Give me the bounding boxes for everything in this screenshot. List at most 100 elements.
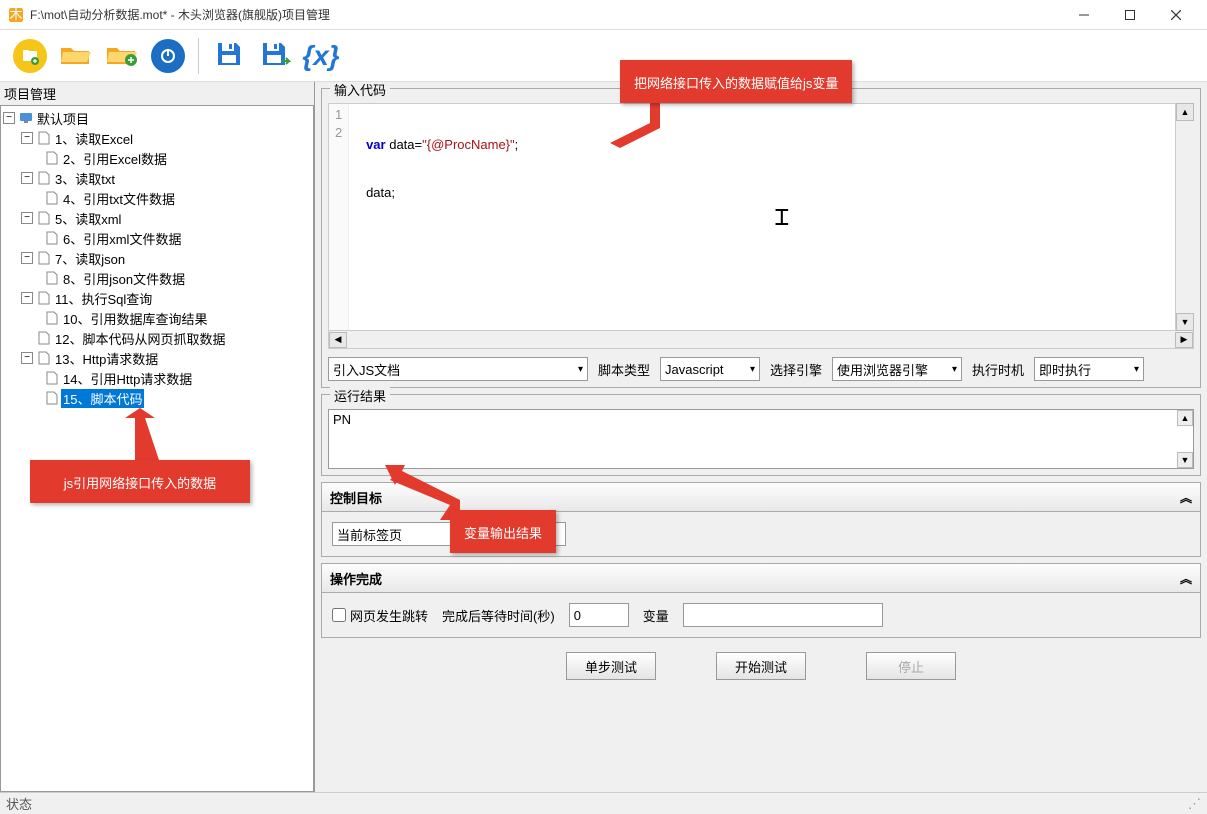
collapse-icon[interactable]: − [21, 252, 33, 264]
operation-done-title: 操作完成 [330, 569, 382, 588]
new-project-button[interactable] [10, 36, 50, 76]
tree-node[interactable]: − 3、读取txt [3, 168, 311, 188]
save-as-button[interactable] [255, 36, 295, 76]
result-value: PN [333, 412, 351, 427]
variable-button[interactable]: {x} [301, 36, 341, 76]
tree-node[interactable]: 10、引用数据库查询结果 [3, 308, 311, 328]
operation-done-body: 网页发生跳转 完成后等待时间(秒) 变量 [321, 593, 1201, 638]
collapse-icon[interactable]: − [3, 112, 15, 124]
tree-node-label: 5、读取xml [53, 209, 123, 228]
operation-done-header[interactable]: 操作完成 ︽ [321, 563, 1201, 593]
timing-value: 即时执行 [1039, 360, 1091, 379]
tree-node[interactable]: 8、引用json文件数据 [3, 268, 311, 288]
title-bar: 木 F:\mot\自动分析数据.mot* - 木头浏览器(旗舰版)项目管理 [0, 0, 1207, 30]
script-type-combo[interactable]: Javascript ▾ [660, 357, 760, 381]
engine-label: 选择引擎 [770, 360, 822, 379]
scroll-right-icon[interactable]: ▶ [1175, 332, 1193, 348]
engine-value: 使用浏览器引擎 [837, 360, 928, 379]
timing-label: 执行时机 [972, 360, 1024, 379]
tree-node[interactable]: − 1、读取Excel [3, 128, 311, 148]
script-type-value: Javascript [665, 362, 724, 377]
scroll-up-icon[interactable]: ▲ [1177, 410, 1193, 426]
add-folder-icon [105, 40, 139, 71]
line-gutter: 1 2 [329, 104, 349, 330]
tree-node-label: 4、引用txt文件数据 [61, 189, 177, 208]
annotation-arrow-icon [115, 408, 175, 463]
annotation-left: js引用网络接口传入的数据 [30, 460, 250, 503]
app-icon: 木 [8, 7, 24, 23]
stop-button[interactable]: 停止 [866, 652, 956, 680]
document-icon [45, 231, 59, 245]
scroll-down-icon[interactable]: ▼ [1177, 452, 1193, 468]
start-test-button[interactable]: 开始测试 [716, 652, 806, 680]
document-icon [37, 211, 51, 225]
computer-icon [19, 111, 33, 125]
step-test-button[interactable]: 单步测试 [566, 652, 656, 680]
open-folder-button[interactable] [56, 36, 96, 76]
collapse-icon[interactable]: − [21, 292, 33, 304]
tree-node-label: 13、Http请求数据 [53, 349, 160, 368]
text-cursor-icon: Ꮖ [775, 205, 789, 231]
resize-grip-icon[interactable]: ⋰ [1188, 796, 1201, 812]
variable-input[interactable] [683, 603, 883, 627]
variable-icon: {x} [302, 40, 339, 72]
add-folder-button[interactable] [102, 36, 142, 76]
target-tab-value: 当前标签页 [337, 525, 402, 544]
page-redirect-label: 网页发生跳转 [350, 606, 428, 625]
tree-node[interactable]: − 7、读取json [3, 248, 311, 268]
scroll-down-icon[interactable]: ▼ [1176, 313, 1194, 331]
toolbar-separator [198, 38, 199, 74]
power-button[interactable] [148, 36, 188, 76]
close-button[interactable] [1153, 0, 1199, 30]
tree-node[interactable]: 2、引用Excel数据 [3, 148, 311, 168]
tree-node[interactable]: 12、脚本代码从网页抓取数据 [3, 328, 311, 348]
test-button-row: 单步测试 开始测试 停止 [321, 644, 1201, 688]
tree-node-label: 10、引用数据库查询结果 [61, 309, 209, 328]
save-button[interactable] [209, 36, 249, 76]
tree-node-selected[interactable]: 15、脚本代码 [3, 388, 311, 408]
chevron-up-icon: ︽ [1180, 570, 1192, 587]
document-icon [45, 271, 59, 285]
tree-node-label: 8、引用json文件数据 [61, 269, 187, 288]
tree-node[interactable]: − 13、Http请求数据 [3, 348, 311, 368]
collapse-icon[interactable]: − [21, 212, 33, 224]
collapse-icon[interactable]: − [21, 172, 33, 184]
wait-time-input[interactable] [569, 603, 629, 627]
tree-node-label: 3、读取txt [53, 169, 117, 188]
tree-root[interactable]: − 默认项目 [3, 108, 311, 128]
new-icon [13, 39, 47, 73]
document-icon [45, 311, 59, 325]
code-horizontal-scrollbar[interactable]: ◀ ▶ [328, 331, 1194, 349]
collapse-icon[interactable]: − [21, 132, 33, 144]
tree-node[interactable]: 4、引用txt文件数据 [3, 188, 311, 208]
result-vertical-scrollbar[interactable]: ▲ ▼ [1177, 410, 1193, 468]
document-icon [37, 351, 51, 365]
save-as-icon [259, 39, 291, 72]
maximize-button[interactable] [1107, 0, 1153, 30]
annotation-top: 把网络接口传入的数据赋值给js变量 [620, 60, 852, 103]
tree-node[interactable]: 14、引用Http请求数据 [3, 368, 311, 388]
document-icon [37, 331, 51, 345]
code-vertical-scrollbar[interactable]: ▲ ▼ [1176, 103, 1194, 331]
power-icon [151, 39, 185, 73]
tree-root-label: 默认项目 [35, 109, 91, 128]
page-redirect-checkbox[interactable] [332, 608, 346, 622]
tree-node[interactable]: − 5、读取xml [3, 208, 311, 228]
code-content[interactable]: var data="{@ProcName}"; data; [349, 104, 1175, 330]
code-input-legend: 输入代码 [330, 82, 390, 99]
save-icon [214, 39, 244, 72]
import-js-combo[interactable]: 引入JS文档 ▾ [328, 357, 588, 381]
chevron-up-icon: ︽ [1180, 489, 1192, 506]
tree-node-label: 1、读取Excel [53, 129, 135, 148]
collapse-icon[interactable]: − [21, 352, 33, 364]
tree-node[interactable]: 6、引用xml文件数据 [3, 228, 311, 248]
tree-node[interactable]: − 11、执行Sql查询 [3, 288, 311, 308]
minimize-button[interactable] [1061, 0, 1107, 30]
timing-combo[interactable]: 即时执行 ▾ [1034, 357, 1144, 381]
right-panel: 输入代码 1 2 var data="{@ProcName}"; data; ▲ [315, 82, 1207, 792]
wait-time-label: 完成后等待时间(秒) [442, 606, 555, 625]
code-editor[interactable]: 1 2 var data="{@ProcName}"; data; [328, 103, 1176, 331]
engine-combo[interactable]: 使用浏览器引擎 ▾ [832, 357, 962, 381]
scroll-up-icon[interactable]: ▲ [1176, 103, 1194, 121]
scroll-left-icon[interactable]: ◀ [329, 332, 347, 348]
